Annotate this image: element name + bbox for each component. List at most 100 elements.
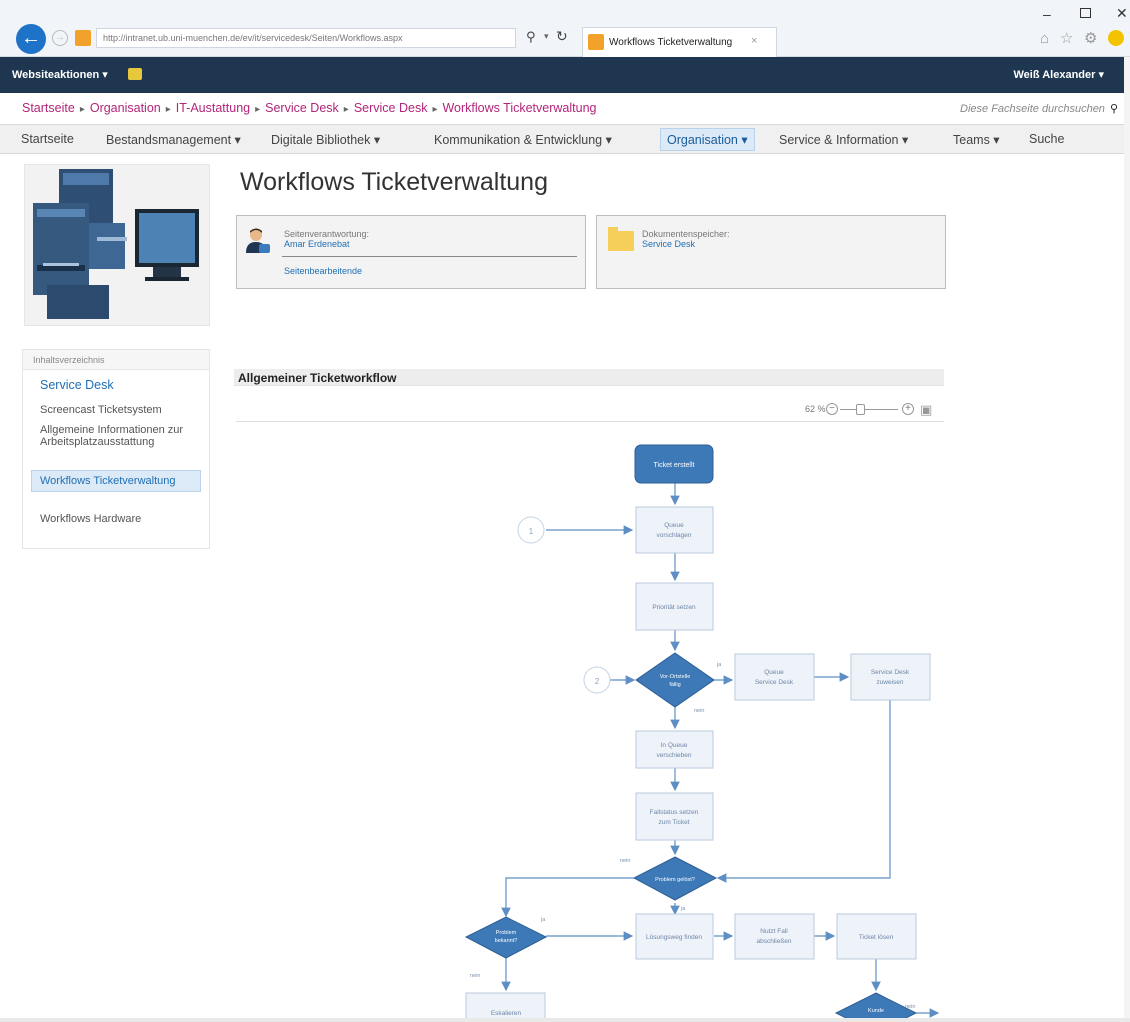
home-icon[interactable]: ⌂ xyxy=(1040,30,1049,47)
flow-decision-problem-geloest[interactable]: Problem gelöst? xyxy=(632,856,718,901)
svg-text:Nutzt Fall: Nutzt Fall xyxy=(760,928,788,935)
svg-text:abschließen: abschließen xyxy=(756,938,791,945)
svg-text:zuweisen: zuweisen xyxy=(876,679,903,686)
flow-node-queue-service-desk[interactable]: Queue Service Desk xyxy=(734,653,815,701)
toc-item-workflows-ticketverwaltung[interactable]: Workflows Ticketverwaltung xyxy=(31,470,201,492)
responsible-person-link[interactable]: Amar Erdenebat xyxy=(284,239,350,249)
nav-item-startseite[interactable]: Startseite xyxy=(21,132,74,146)
flow-decision-problem-bekannt[interactable]: Problem bekannt? xyxy=(464,916,548,959)
toc-item-screencast[interactable]: Screencast Ticketsystem xyxy=(40,404,162,416)
star-icon[interactable]: ☆ xyxy=(1060,29,1073,47)
document-storage-link[interactable]: Service Desk xyxy=(642,239,695,249)
page-title: Workflows Ticketverwaltung xyxy=(240,168,548,196)
flow-node-ticket-loesen[interactable]: Ticket lösen xyxy=(836,913,917,960)
user-avatar-icon xyxy=(246,228,270,253)
svg-text:Ticket erstellt: Ticket erstellt xyxy=(654,462,695,469)
breadcrumb-item[interactable]: Service Desk xyxy=(265,101,339,115)
svg-text:Ticket lösen: Ticket lösen xyxy=(859,934,894,941)
flow-node-loesungsweg-finden[interactable]: Lösungsweg finden xyxy=(635,913,714,960)
flow-node-prioritaet-setzen[interactable]: Priorität setzen xyxy=(635,582,714,631)
flow-label-ja: ja xyxy=(716,662,722,668)
document-storage-label: Dokumentenspeicher: xyxy=(642,229,730,239)
back-arrow-icon[interactable]: ← xyxy=(16,24,46,54)
breadcrumb-item[interactable]: Startseite xyxy=(22,101,75,115)
zoom-in-button[interactable]: + xyxy=(902,403,914,415)
flow-decision-vor-ort[interactable]: Vor-Ortstelle fällig xyxy=(635,652,715,708)
breadcrumb-item[interactable]: Organisation xyxy=(90,101,161,115)
svg-text:Priorität setzen: Priorität setzen xyxy=(652,604,696,611)
svg-text:Vor-Ortstelle: Vor-Ortstelle xyxy=(660,674,691,680)
flow-label-ja: ja xyxy=(540,917,546,923)
flow-label-ja: ja xyxy=(680,906,686,912)
breadcrumb-separator: ▸ xyxy=(255,104,261,115)
computer-illustration xyxy=(33,169,199,319)
search-icon[interactable]: ⚲ xyxy=(526,29,536,45)
nav-item-kommunikation[interactable]: Kommunikation & Entwicklung ▾ xyxy=(434,132,612,147)
nav-item-teams[interactable]: Teams ▾ xyxy=(953,132,1000,147)
zoom-level: 62 % xyxy=(805,404,826,414)
top-navigation: Startseite Bestandsmanagement ▾ Digitale… xyxy=(0,124,1130,154)
edit-page-icon[interactable] xyxy=(128,68,142,80)
close-window-button[interactable]: ✕ xyxy=(1116,5,1128,22)
nav-item-bestandsmanagement[interactable]: Bestandsmanagement ▾ xyxy=(106,132,241,147)
user-menu[interactable]: Weiß Alexander ▾ xyxy=(1014,68,1105,81)
section-heading: Allgemeiner Ticketworkflow xyxy=(234,369,944,386)
nav-item-organisation[interactable]: Organisation ▾ xyxy=(660,128,755,151)
breadcrumb-item-current[interactable]: Workflows Ticketverwaltung xyxy=(442,101,596,115)
svg-text:Eskalieren: Eskalieren xyxy=(491,1010,522,1017)
zoom-out-button[interactable]: − xyxy=(826,403,838,415)
breadcrumb-separator: ▸ xyxy=(79,104,85,115)
flow-node-fallstatus-setzen[interactable]: Fallstatus setzen zum Ticket xyxy=(635,792,714,841)
address-bar[interactable]: http://intranet.ub.uni-muenchen.de/ev/it… xyxy=(96,28,516,48)
refresh-icon[interactable]: ↻ xyxy=(556,28,568,45)
toc-item-allgemeine-informationen[interactable]: Allgemeine Informationen zur Arbeitsplat… xyxy=(40,424,200,448)
flow-connector-2[interactable]: 2 xyxy=(583,666,611,694)
svg-text:Service Desk: Service Desk xyxy=(755,679,794,686)
feedback-smiley-icon[interactable] xyxy=(1108,30,1124,46)
nav-item-digitale-bibliothek[interactable]: Digitale Bibliothek ▾ xyxy=(271,132,380,147)
tab-close-button[interactable]: × xyxy=(751,35,757,47)
svg-text:Queue: Queue xyxy=(664,522,684,529)
nav-item-service-information[interactable]: Service & Information ▾ xyxy=(779,132,908,147)
flow-node-nutzt-fall-abschliessen[interactable]: Nutzt Fall abschließen xyxy=(734,913,815,960)
chevron-down-icon[interactable]: ▾ xyxy=(544,31,549,42)
svg-text:Problem gelöst?: Problem gelöst? xyxy=(655,877,695,883)
hero-image xyxy=(24,164,210,326)
flow-connector-1[interactable]: 1 xyxy=(517,516,545,544)
fit-to-page-icon[interactable]: ▣ xyxy=(920,402,932,418)
toc-header: Inhaltsverzeichnis xyxy=(23,350,209,370)
svg-text:2: 2 xyxy=(595,677,600,686)
tab-favicon-icon xyxy=(588,34,604,50)
maximize-button[interactable] xyxy=(1080,8,1091,18)
zoom-slider-track[interactable] xyxy=(840,409,898,410)
flow-node-ticket-erstellt[interactable]: Ticket erstellt xyxy=(634,444,714,484)
flow-label-nein: nein xyxy=(905,1004,915,1010)
vertical-scrollbar[interactable] xyxy=(1124,57,1130,1018)
flow-node-in-queue-verschieben[interactable]: In Queue verschieben xyxy=(635,730,714,769)
breadcrumb-item[interactable]: Service Desk xyxy=(354,101,428,115)
svg-text:vorschlagen: vorschlagen xyxy=(656,532,691,539)
divider xyxy=(282,256,577,257)
editors-link[interactable]: Seitenbearbeitende xyxy=(284,266,362,276)
browser-tab[interactable]: Workflows Ticketverwaltung × xyxy=(582,27,777,57)
nav-item-suche[interactable]: Suche xyxy=(1029,132,1064,146)
breadcrumb-item[interactable]: IT-Austattung xyxy=(176,101,250,115)
search-icon[interactable]: ⚲ xyxy=(1110,103,1118,115)
svg-text:Fallstatus setzen: Fallstatus setzen xyxy=(650,809,699,816)
site-search-placeholder: Diese Fachseite durchsuchen xyxy=(960,103,1105,115)
toc-item-service-desk[interactable]: Service Desk xyxy=(40,379,114,392)
tab-title: Workflows Ticketverwaltung xyxy=(609,37,733,48)
toc-item-workflows-hardware[interactable]: Workflows Hardware xyxy=(40,513,141,525)
suite-bar: Websiteaktionen ▾ Weiß Alexander ▾ xyxy=(0,57,1130,93)
breadcrumb-row: Startseite ▸ Organisation ▸ IT-Austattung ▸ Se… xyxy=(0,93,1130,124)
diagram-zoom-toolbar: 62 % − + ▣ xyxy=(236,400,944,422)
minimize-button[interactable]: – xyxy=(1043,6,1051,22)
forward-arrow-icon[interactable]: → xyxy=(52,30,68,46)
site-search-input[interactable]: Diese Fachseite durchsuchen ⚲ xyxy=(960,102,1118,115)
site-actions-menu[interactable]: Websiteaktionen ▾ xyxy=(12,68,108,81)
svg-text:bekannt?: bekannt? xyxy=(495,938,518,944)
gear-icon[interactable]: ⚙ xyxy=(1084,29,1097,47)
zoom-slider-handle[interactable] xyxy=(856,404,865,415)
flow-node-queue-vorschlagen[interactable]: Queue vorschlagen xyxy=(635,506,714,554)
flow-node-service-desk-zuweisen[interactable]: Service Desk zuweisen xyxy=(850,653,931,701)
